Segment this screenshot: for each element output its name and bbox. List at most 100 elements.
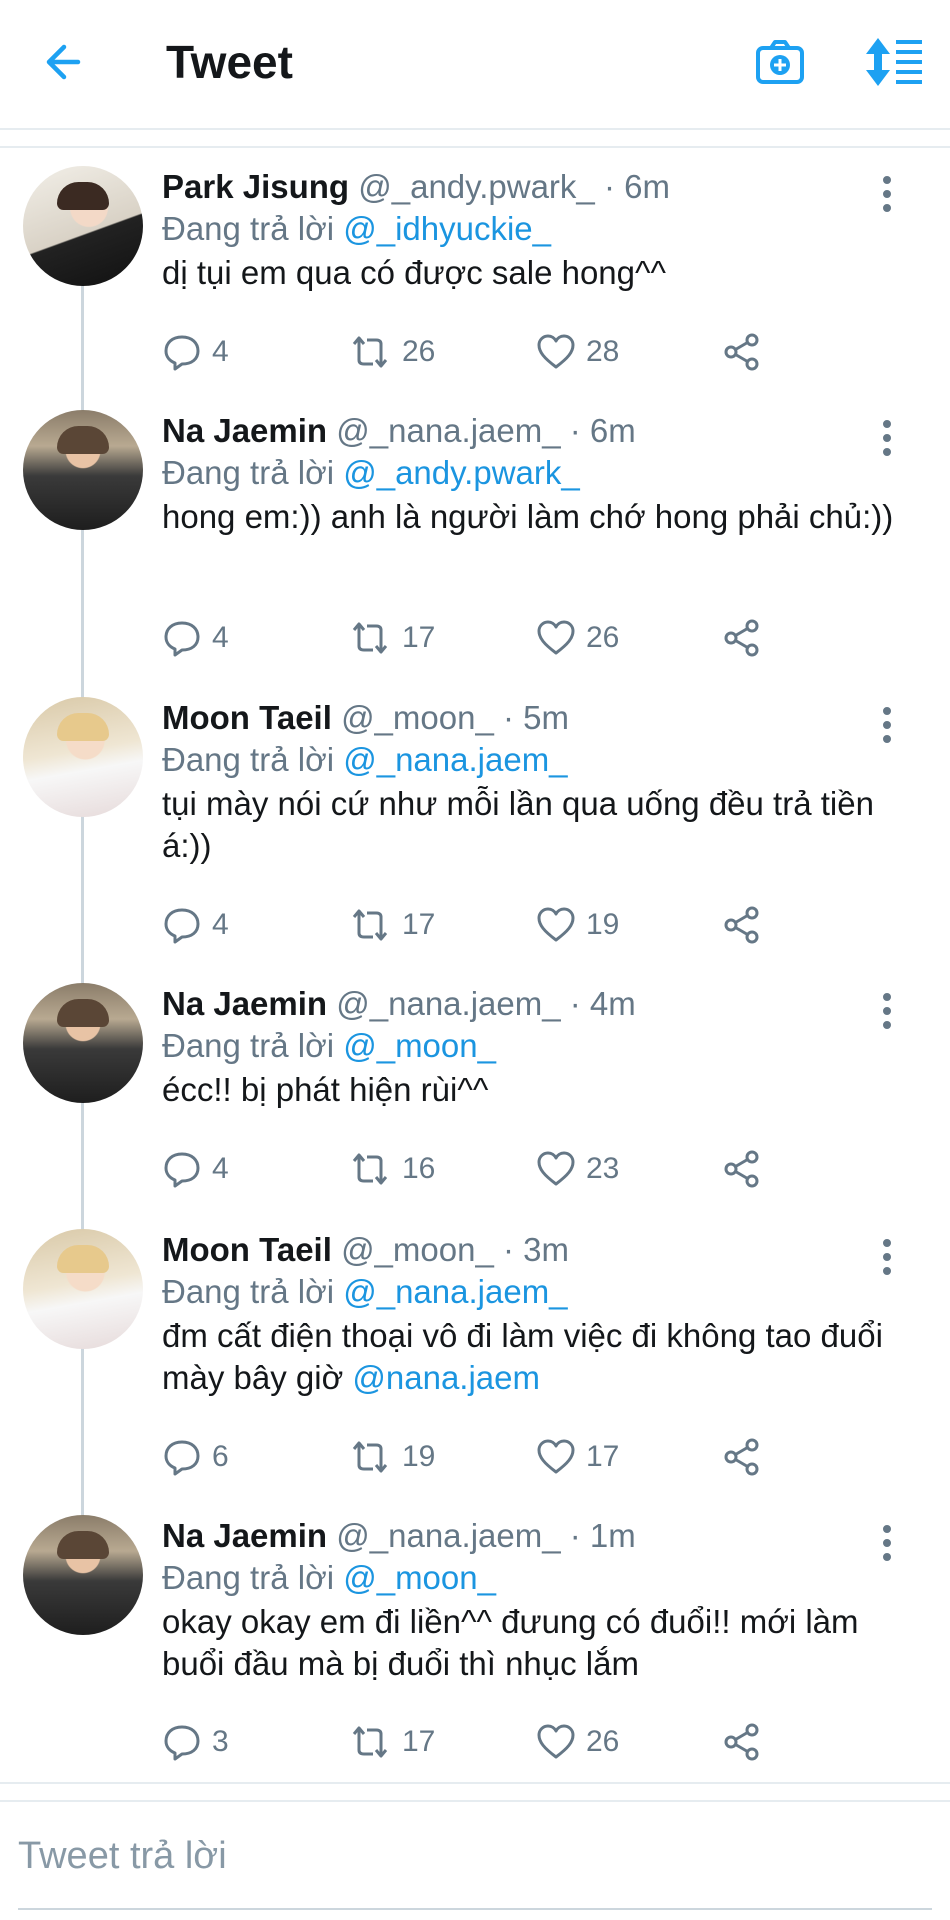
reply-button[interactable]: 4 xyxy=(162,614,229,662)
author-handle: @_andy.pwark_ xyxy=(358,168,595,205)
avatar[interactable] xyxy=(23,697,143,817)
replying-to-link[interactable]: @_moon_ xyxy=(343,1027,496,1064)
more-options-icon[interactable] xyxy=(870,703,904,747)
tweet-body: Park Jisung @_andy.pwark_ · 6m Đang trả … xyxy=(162,166,902,294)
header-separator xyxy=(0,130,950,148)
retweet-icon xyxy=(352,1441,388,1473)
tweet-actions: 4 17 26 xyxy=(162,614,782,662)
retweet-button[interactable]: 26 xyxy=(348,328,435,376)
tweet-text: tụi mày nói cứ như mỗi lần qua uống đều … xyxy=(162,785,874,864)
like-count: 28 xyxy=(586,335,620,368)
retweet-button[interactable]: 17 xyxy=(348,901,435,949)
share-icon xyxy=(724,333,759,371)
reply-button[interactable]: 4 xyxy=(162,1145,229,1193)
like-button[interactable]: 23 xyxy=(536,1145,619,1193)
tweet-body: Moon Taeil @_moon_ · 5m Đang trả lời @_n… xyxy=(162,697,902,867)
more-options-icon[interactable] xyxy=(870,989,904,1033)
reply-compose-input[interactable]: Tweet trả lời xyxy=(18,1824,918,1888)
replying-to-link[interactable]: @_idhyuckie_ xyxy=(343,210,551,247)
replying-label: Đang trả lời xyxy=(162,454,335,491)
replying-to: Đang trả lời @_andy.pwark_ xyxy=(162,452,902,494)
reply-button[interactable]: 6 xyxy=(162,1433,229,1481)
tweet-text: okay okay em đi liền^^ đưung có đuổi!! m… xyxy=(162,1603,859,1682)
reply-button[interactable]: 4 xyxy=(162,328,229,376)
replying-label: Đang trả lời xyxy=(162,1559,335,1596)
replying-to: Đang trả lời @_nana.jaem_ xyxy=(162,1271,902,1313)
reply-count: 4 xyxy=(212,1152,229,1185)
author-name[interactable]: Moon Taeil xyxy=(162,1231,332,1268)
retweet-button[interactable]: 19 xyxy=(348,1433,435,1481)
reply-icon xyxy=(164,621,200,657)
avatar[interactable] xyxy=(23,1515,143,1635)
tweet-time: · 5m xyxy=(503,699,569,736)
tweet-actions: 3 17 26 xyxy=(162,1718,782,1766)
like-button[interactable]: 19 xyxy=(536,901,619,949)
more-options-icon[interactable] xyxy=(870,1521,904,1565)
reply-count: 6 xyxy=(212,1440,229,1473)
share-button[interactable] xyxy=(722,1145,762,1193)
replying-to-link[interactable]: @_nana.jaem_ xyxy=(343,741,567,778)
retweet-count: 17 xyxy=(402,908,436,941)
more-options-icon[interactable] xyxy=(870,416,904,460)
tweet-time: · 6m xyxy=(569,412,636,449)
share-icon xyxy=(724,1723,759,1761)
reply-count: 4 xyxy=(212,621,229,654)
replying-to-link[interactable]: @_andy.pwark_ xyxy=(343,454,580,491)
author-handle: @_nana.jaem_ xyxy=(336,1517,561,1554)
compose-underline xyxy=(18,1908,932,1910)
retweet-button[interactable]: 17 xyxy=(348,614,435,662)
heart-icon xyxy=(537,620,575,655)
like-button[interactable]: 17 xyxy=(536,1433,619,1481)
avatar[interactable] xyxy=(23,983,143,1103)
tweet-body: Na Jaemin @_nana.jaem_ · 6m Đang trả lời… xyxy=(162,410,902,538)
avatar[interactable] xyxy=(23,166,143,286)
reply-button[interactable]: 4 xyxy=(162,901,229,949)
author-name[interactable]: Na Jaemin xyxy=(162,1517,327,1554)
reply-icon xyxy=(164,1152,200,1188)
author-name[interactable]: Moon Taeil xyxy=(162,699,332,736)
author-handle: @_nana.jaem_ xyxy=(336,412,561,449)
share-button[interactable] xyxy=(722,901,762,949)
like-button[interactable]: 26 xyxy=(536,1718,619,1766)
retweet-button[interactable]: 16 xyxy=(348,1145,435,1193)
back-arrow-icon[interactable] xyxy=(36,34,92,90)
tweet-body: Na Jaemin @_nana.jaem_ · 4m Đang trả lời… xyxy=(162,983,902,1111)
sort-toggle-icon[interactable] xyxy=(862,34,926,90)
tweet-meta: Na Jaemin @_nana.jaem_ · 6m xyxy=(162,410,902,452)
retweet-icon xyxy=(352,622,388,654)
share-button[interactable] xyxy=(722,1718,762,1766)
retweet-icon xyxy=(352,909,388,941)
like-count: 26 xyxy=(586,621,620,654)
like-button[interactable]: 26 xyxy=(536,614,619,662)
avatar[interactable] xyxy=(23,1229,143,1349)
retweet-count: 17 xyxy=(402,1725,436,1758)
reply-button[interactable]: 3 xyxy=(162,1718,229,1766)
tweet-text: dị tụi em qua có được sale hong^^ xyxy=(162,254,666,291)
inline-mention[interactable]: @nana.jaem xyxy=(352,1359,540,1396)
author-name[interactable]: Na Jaemin xyxy=(162,412,327,449)
like-button[interactable]: 28 xyxy=(536,328,619,376)
share-button[interactable] xyxy=(722,614,762,662)
tweet-meta: Na Jaemin @_nana.jaem_ · 4m xyxy=(162,983,902,1025)
tweet-meta: Moon Taeil @_moon_ · 3m xyxy=(162,1229,902,1271)
replying-to-link[interactable]: @_moon_ xyxy=(343,1559,496,1596)
share-button[interactable] xyxy=(722,1433,762,1481)
replying-to-link[interactable]: @_nana.jaem_ xyxy=(343,1273,567,1310)
replying-label: Đang trả lời xyxy=(162,210,335,247)
tweet-text: écc!! bị phát hiện rùi^^ xyxy=(162,1071,489,1108)
tweet-time: · 4m xyxy=(569,985,636,1022)
divider xyxy=(0,1800,950,1802)
heart-icon xyxy=(537,907,575,942)
tweet-meta: Moon Taeil @_moon_ · 5m xyxy=(162,697,902,739)
author-name[interactable]: Park Jisung xyxy=(162,168,349,205)
more-options-icon[interactable] xyxy=(870,1235,904,1279)
retweet-button[interactable]: 17 xyxy=(348,1718,435,1766)
retweet-icon xyxy=(352,1726,388,1758)
tweet-actions: 4 16 23 xyxy=(162,1145,782,1193)
camera-plus-icon[interactable] xyxy=(752,34,808,90)
author-name[interactable]: Na Jaemin xyxy=(162,985,327,1022)
tweet-body: Na Jaemin @_nana.jaem_ · 1m Đang trả lời… xyxy=(162,1515,902,1685)
share-button[interactable] xyxy=(722,328,762,376)
more-options-icon[interactable] xyxy=(870,172,904,216)
avatar[interactable] xyxy=(23,410,143,530)
